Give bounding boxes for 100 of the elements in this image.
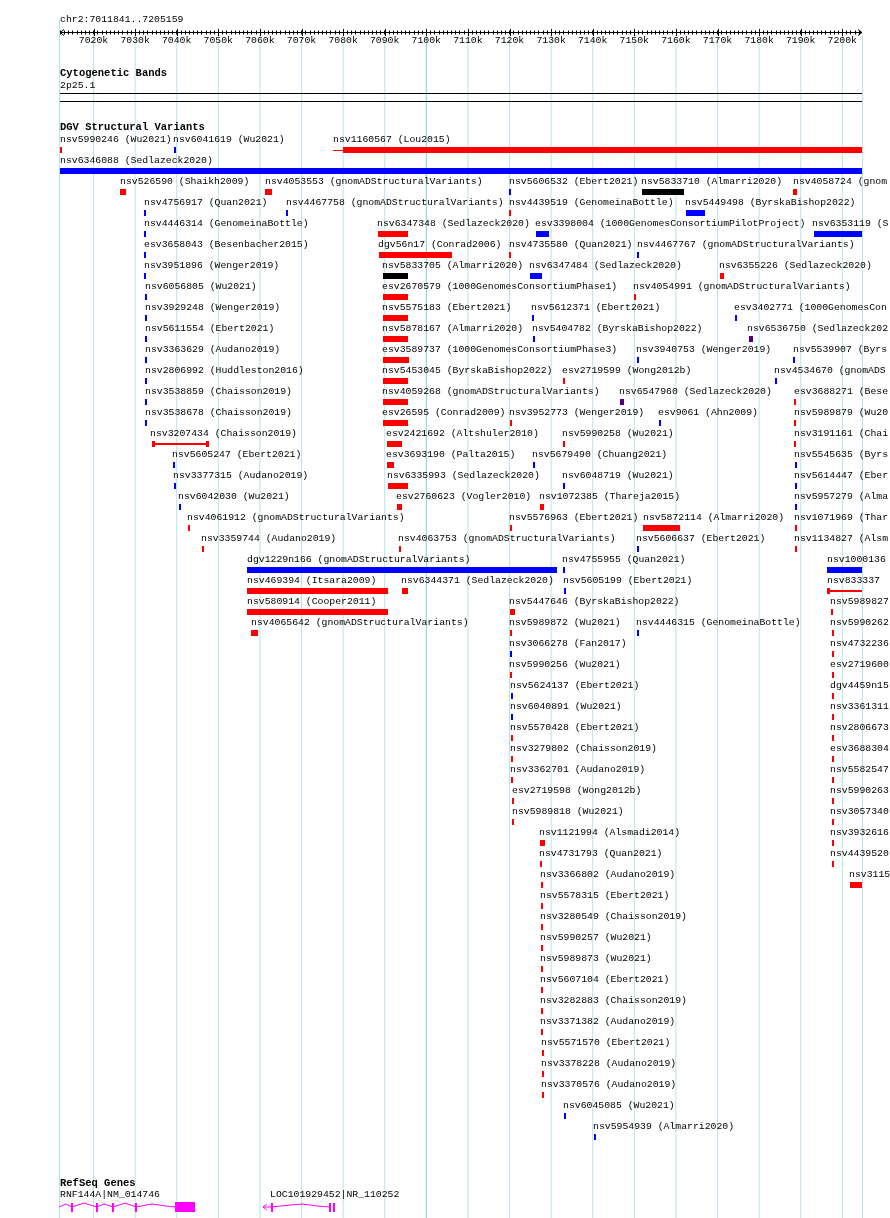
variant-label: esv26595 (Conrad2009) [382,407,506,419]
variant-label: nsv1072385 (Thareja2015) [539,491,681,503]
variant-bar[interactable] [642,189,684,195]
variant-bar[interactable] [383,420,408,426]
variant-bar[interactable] [402,588,408,594]
variant-bar[interactable] [383,378,408,384]
ruler-tick-label: 7180k [744,35,774,47]
variant-bar[interactable] [383,399,408,405]
variant-label: nsv3191161 (Chai [794,428,889,440]
variant-bar[interactable] [383,336,408,342]
variant-label: nsv5989818 (Wu2021) [512,806,624,818]
variant-label: esv2719600 [830,659,889,671]
variant-label: nsv4063753 (gnomADStructuralVariants) [398,533,616,545]
variant-label: esv2670579 (1000GenomesConsortiumPhase1) [382,281,618,293]
variant-label: esv9061 (Ahn2009) [658,407,758,419]
variant-label: nsv3952773 (Wenger2019) [509,407,645,419]
variant-label: nsv6346088 (Sedlazeck2020) [60,155,213,167]
variant-label: nsv1134827 (Alsm [794,533,889,545]
variant-bar[interactable] [540,840,545,846]
variant-label: nsv4439520 [830,848,889,860]
variant-label: nsv5404782 (ByrskaBishop2022) [532,323,703,335]
variant-label: nsv5990246 (Wu2021) [60,134,172,146]
variant-bar[interactable] [379,252,452,258]
variant-bar[interactable] [620,399,624,405]
variant-bar[interactable] [643,525,680,531]
variant-bar[interactable] [397,504,402,510]
variant-bar[interactable] [387,441,402,447]
variant-label: nsv1160567 (Lou2015) [333,134,451,146]
variant-label: esv3398004 (1000GenomesConsortiumPilotProject) [535,218,806,230]
variant-label: nsv5989879 (Wu20 [794,407,889,419]
variant-span-line[interactable] [827,588,862,594]
variant-label: nsv1121994 (Alsmadi2014) [539,827,681,839]
ruler-tick-label: 7160k [661,35,691,47]
variant-bar[interactable] [383,357,409,363]
variant-label: nsv5990256 (Wu2021) [509,659,621,671]
variant-bar[interactable] [383,315,408,321]
variant-label: nsv5990258 (Wu2021) [562,428,674,440]
variant-bar[interactable] [378,231,408,237]
variant-label: esv3693190 (Palta2015) [386,449,516,461]
variant-label: nsv1071969 (Thar [794,512,889,524]
variant-label: nsv3538678 (Chaisson2019) [145,407,292,419]
variant-label: esv2421692 (Altshuler2010) [386,428,539,440]
variant-bar[interactable] [265,189,272,195]
variant-bar[interactable] [793,189,797,195]
variant-label: nsv3115 [849,869,890,881]
variant-bar[interactable] [247,588,388,594]
variant-label: nsv5833705 (Almarri2020) [382,260,524,272]
ruler-tick-label: 7140k [578,35,608,47]
variant-label: nsv3940753 (Wenger2019) [636,344,772,356]
variant-label: nsv5989827 [830,596,889,608]
variant-bar[interactable] [60,168,862,174]
variant-bar[interactable] [247,567,557,573]
variant-label: nsv3207434 (Chaisson2019) [150,428,297,440]
variant-label: nsv5624137 (Ebert2021) [510,680,640,692]
variant-span-line[interactable] [152,441,209,447]
variant-label: nsv6048719 (Wu2021) [562,470,674,482]
variant-label: nsv4756917 (Quan2021) [144,197,268,209]
variant-label: nsv6547960 (Sedlazeck2020) [619,386,772,398]
variant-label: nsv4061912 (gnomADStructuralVariants) [187,512,405,524]
variant-bar[interactable] [720,273,724,279]
variant-label: nsv5453045 (ByrskaBishop2022) [382,365,553,377]
variant-label: nsv4439519 (GenomeinaBottle) [509,197,674,209]
variant-bar[interactable] [383,273,408,279]
variant-bar[interactable] [530,273,542,279]
variant-bar[interactable] [827,567,862,573]
variant-bar[interactable] [540,504,544,510]
variant-bar[interactable] [536,231,549,237]
variant-label: nsv4467758 (gnomADStructuralVariants) [286,197,504,209]
gene-model-drawing[interactable] [262,1202,336,1213]
band-label: 2p25.1 [60,80,96,92]
variant-bar[interactable] [247,609,388,615]
variant-bar[interactable] [251,630,258,636]
variant-label: nsv5570428 (Ebert2021) [510,722,640,734]
variant-label: nsv4731793 (Quan2021) [539,848,663,860]
variant-bar[interactable] [120,189,126,195]
variant-label: nsv2806673 [830,722,889,734]
variant-label: nsv5605247 (Ebert2021) [172,449,302,461]
ruler-tick-label: 7030k [120,35,150,47]
ruler-tick-label: 7200k [827,35,857,47]
variant-bar[interactable] [383,294,408,300]
variant-label: nsv6045085 (Wu2021) [563,1100,675,1112]
variant-label: nsv6347484 (Sedlazeck2020) [529,260,682,272]
gene-model-drawing[interactable] [59,1202,196,1213]
ruler-tick-label: 7050k [203,35,233,47]
variant-label: esv3688304 [830,743,889,755]
variant-bar[interactable] [387,462,394,468]
variant-bar[interactable] [510,609,515,615]
variant-label: dgv1229n166 (gnomADStructuralVariants) [247,554,471,566]
variant-label: esv3658043 (Besenbacher2015) [144,239,309,251]
gene-label: RNF144A|NM_014746 [60,1189,160,1201]
variant-label: nsv4058724 (gnom [793,176,888,188]
variant-bar[interactable] [749,336,753,342]
variant-label: nsv5545635 (Byrs [794,449,889,461]
variant-bar[interactable] [343,147,862,153]
variant-bar[interactable] [388,483,408,489]
variant-bar[interactable] [686,210,705,216]
variant-label: nsv5575183 (Ebert2021) [382,302,512,314]
variant-bar[interactable] [850,882,862,888]
variant-bar[interactable] [814,231,862,237]
variant-label: nsv4735580 (Quan2021) [509,239,633,251]
